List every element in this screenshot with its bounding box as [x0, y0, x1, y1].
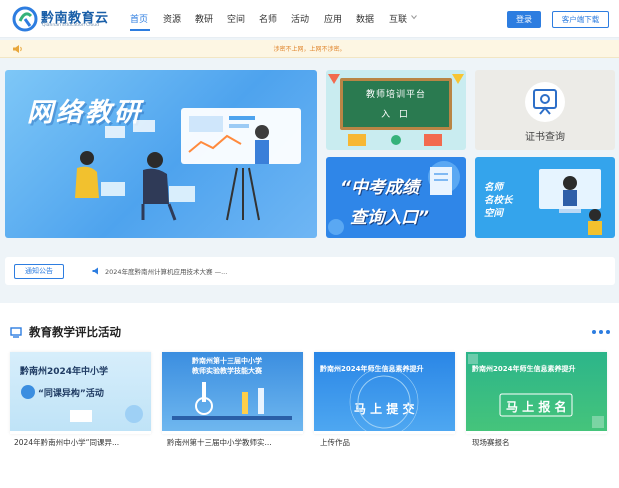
active-nav-indicator [130, 29, 150, 31]
chevron-down-icon[interactable] [411, 14, 417, 20]
megaphone-icon [92, 267, 98, 275]
exam-score-query-banner[interactable]: “中考成绩 查询入口” [326, 157, 466, 238]
activity-card-image: 黔南州2024年中小学 “同课异构”活动 [10, 352, 151, 431]
certificate-query-label: 证书查询 [525, 132, 565, 143]
exam-title-line1: “中考成绩 [340, 178, 419, 198]
activity-card-4-label[interactable]: 现场赛报名 [472, 437, 613, 448]
activity-card-image: 黔南州第十三届中小学 教师实验教学技能大赛 [162, 352, 303, 431]
activity-card-4[interactable]: 黔南州2024年师生信息素养提升 马 上 报 名 [466, 352, 607, 434]
nav-space[interactable]: 空间 [227, 12, 245, 25]
notice-text: 涉密不上网，上网不涉密。 [273, 46, 346, 53]
activity-card-3[interactable]: 黔南州2024年师生信息素养提升 马 上 提 交 [314, 352, 455, 434]
card-decoration [468, 354, 604, 428]
announcement-text[interactable]: 2024年度黔南州计算机应用技术大赛 —... [105, 266, 227, 276]
activity-card-2-label[interactable]: 黔南州第十三届中小学教师实... [167, 437, 308, 448]
nav-activities[interactable]: 活动 [291, 12, 309, 25]
cloud-logo-icon [12, 6, 38, 32]
announcement-bar: 通知公告 2024年度黔南州计算机应用技术大赛 —... [5, 257, 615, 285]
client-download-button[interactable]: 客户端下载 [552, 11, 609, 28]
activity-card-image: 黔南州2024年师生信息素养提升 马 上 报 名 [466, 352, 607, 431]
top-header: 黔南教育云 Qiannan Education Cloud 首页 资源 教研 空… [0, 0, 619, 38]
card-decoration [21, 385, 143, 423]
logo-subtitle: Qiannan Education Cloud [42, 23, 99, 28]
activity-card-image: 黔南州2024年师生信息素养提升 马 上 提 交 [314, 352, 455, 431]
online-teaching-research-banner[interactable]: 网络教研 [5, 70, 317, 238]
login-button[interactable]: 登录 [507, 11, 541, 28]
card-decoration [172, 382, 292, 420]
section-title: 教育教学评比活动 [29, 325, 121, 339]
activity-card-2[interactable]: 黔南州第十三届中小学 教师实验教学技能大赛 [162, 352, 303, 434]
site-logo[interactable]: 黔南教育云 Qiannan Education Cloud [12, 4, 112, 34]
nav-resources[interactable]: 资源 [163, 12, 181, 25]
monitor-icon [10, 327, 22, 338]
teaching-illustration [75, 108, 301, 221]
nav-teaching-research[interactable]: 教研 [195, 12, 213, 25]
nav-applications[interactable]: 应用 [324, 12, 342, 25]
nav-data[interactable]: 数据 [356, 12, 374, 25]
certificate-icon [525, 82, 565, 122]
teacher-training-platform-banner[interactable]: 教师培训平台 入 口 [326, 70, 466, 150]
activity-card-3-label[interactable]: 上传作品 [320, 437, 461, 448]
famous-teacher-space-banner[interactable]: 名师 名校长 空间 [475, 157, 615, 238]
nav-interconnect[interactable]: 互联 [389, 12, 407, 25]
more-options-icon[interactable] [592, 330, 610, 335]
activity-card-1[interactable]: 黔南州2024年中小学 “同课异构”活动 [10, 352, 151, 434]
nav-home[interactable]: 首页 [130, 12, 148, 25]
nav-famous-teachers[interactable]: 名师 [259, 12, 277, 25]
exam-title-line2: 查询入口” [350, 208, 429, 228]
activity-card-1-label[interactable]: 2024年黔南州中小学“同课异... [14, 437, 155, 448]
announcement-tag[interactable]: 通知公告 [14, 264, 64, 279]
certificate-query-banner[interactable]: 证书查询 [475, 70, 615, 150]
card-decoration [349, 367, 419, 431]
security-notice-bar: 涉密不上网，上网不涉密。 [0, 40, 619, 58]
bunting-decoration [328, 74, 464, 146]
teacher-illustration [539, 169, 602, 235]
